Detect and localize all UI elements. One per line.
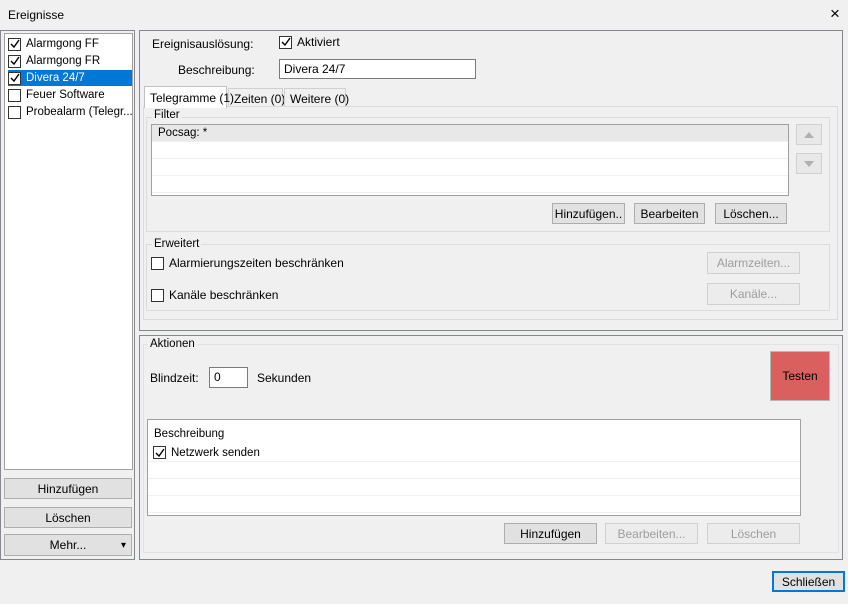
move-up-button[interactable] xyxy=(796,124,822,145)
action-label: Netzwerk senden xyxy=(171,446,260,459)
blind-time-unit: Sekunden xyxy=(257,371,312,385)
event-label: Alarmgong FF xyxy=(26,38,99,50)
arrow-down-icon xyxy=(804,160,814,167)
event-item[interactable]: Feuer Software xyxy=(8,87,132,103)
delete-event-button[interactable]: Löschen xyxy=(4,507,132,528)
action-edit-button[interactable]: Bearbeiten... xyxy=(605,523,698,544)
event-checkbox[interactable] xyxy=(8,37,21,51)
filter-list[interactable]: Pocsag: * xyxy=(151,124,789,196)
action-delete-button[interactable]: Löschen xyxy=(707,523,800,544)
event-label: Alarmgong FR xyxy=(26,55,101,67)
restrict-times-checkbox[interactable]: Alarmierungszeiten beschränken xyxy=(151,256,344,270)
window-title: Ereignisse xyxy=(8,8,65,22)
channels-button[interactable]: Kanäle... xyxy=(707,283,800,305)
tab-telegrams[interactable]: Telegramme (1) xyxy=(144,86,234,108)
description-label: Beschreibung: xyxy=(178,63,255,77)
event-label: Feuer Software xyxy=(26,89,105,101)
filter-row[interactable]: Pocsag: * xyxy=(152,125,788,142)
chevron-down-icon: ▾ xyxy=(120,539,126,551)
activated-label: Aktiviert xyxy=(297,35,340,49)
filter-row[interactable] xyxy=(152,159,788,176)
event-label: Divera 24/7 xyxy=(26,72,85,84)
event-label: Probealarm (Telegr... xyxy=(26,106,132,118)
action-row[interactable]: Netzwerk senden xyxy=(148,444,800,462)
more-button-label: Mehr... xyxy=(49,538,87,552)
filter-delete-button[interactable]: Löschen... xyxy=(715,203,787,224)
more-button[interactable]: Mehr... ▾ xyxy=(4,534,132,556)
tab-bar: Telegramme (1) Zeiten (0) Weitere (0) xyxy=(144,86,354,108)
close-icon[interactable]: × xyxy=(826,4,844,24)
filter-edit-button[interactable]: Bearbeiten xyxy=(634,203,705,224)
activated-checkbox[interactable]: Aktiviert xyxy=(279,35,340,49)
event-list[interactable]: Alarmgong FF Alarmgong FR Divera 24/7 Fe… xyxy=(4,33,133,470)
blind-time-input[interactable]: 0 xyxy=(209,367,248,388)
alarm-times-button[interactable]: Alarmzeiten... xyxy=(707,252,800,274)
actions-group-label: Aktionen xyxy=(148,338,197,350)
extended-group-label: Erweitert xyxy=(152,238,202,250)
add-event-button[interactable]: Hinzufügen xyxy=(4,478,132,499)
event-checkbox[interactable] xyxy=(8,105,21,119)
action-checkbox[interactable] xyxy=(153,446,166,459)
event-item-selected[interactable]: Divera 24/7 xyxy=(8,70,132,86)
blind-time-label: Blindzeit: xyxy=(150,371,199,385)
event-checkbox[interactable] xyxy=(8,54,21,68)
filter-add-button[interactable]: Hinzufügen.. xyxy=(552,203,625,224)
event-item[interactable]: Probealarm (Telegr... xyxy=(8,104,132,120)
restrict-channels-label: Kanäle beschränken xyxy=(169,288,279,302)
activated-check[interactable] xyxy=(279,35,292,49)
filter-row[interactable] xyxy=(152,142,788,159)
description-input[interactable]: Divera 24/7 xyxy=(279,59,476,79)
actions-list-header: Beschreibung xyxy=(154,428,225,440)
event-item[interactable]: Alarmgong FF xyxy=(8,36,132,52)
event-checkbox[interactable] xyxy=(8,71,21,85)
arrow-up-icon xyxy=(804,131,814,138)
action-row[interactable] xyxy=(148,479,800,496)
close-button[interactable]: Schließen xyxy=(772,571,845,592)
tab-more[interactable]: Weitere (0) xyxy=(284,88,349,108)
filter-row[interactable] xyxy=(152,176,788,193)
action-row[interactable] xyxy=(148,496,800,513)
tab-times[interactable]: Zeiten (0) xyxy=(228,88,285,108)
restrict-times-label: Alarmierungszeiten beschränken xyxy=(169,256,344,270)
move-down-button[interactable] xyxy=(796,153,822,174)
test-button[interactable]: Testen xyxy=(770,351,830,401)
action-add-button[interactable]: Hinzufügen xyxy=(504,523,597,544)
event-checkbox[interactable] xyxy=(8,88,21,102)
action-row[interactable] xyxy=(148,462,800,479)
restrict-channels-checkbox[interactable]: Kanäle beschränken xyxy=(151,288,278,302)
restrict-times-check[interactable] xyxy=(151,256,164,270)
event-item[interactable]: Alarmgong FR xyxy=(8,53,132,69)
filter-group-label: Filter xyxy=(152,109,182,121)
restrict-channels-check[interactable] xyxy=(151,288,164,302)
actions-list[interactable]: Beschreibung Netzwerk senden xyxy=(147,419,801,516)
trigger-label: Ereignisauslösung: xyxy=(152,37,254,51)
